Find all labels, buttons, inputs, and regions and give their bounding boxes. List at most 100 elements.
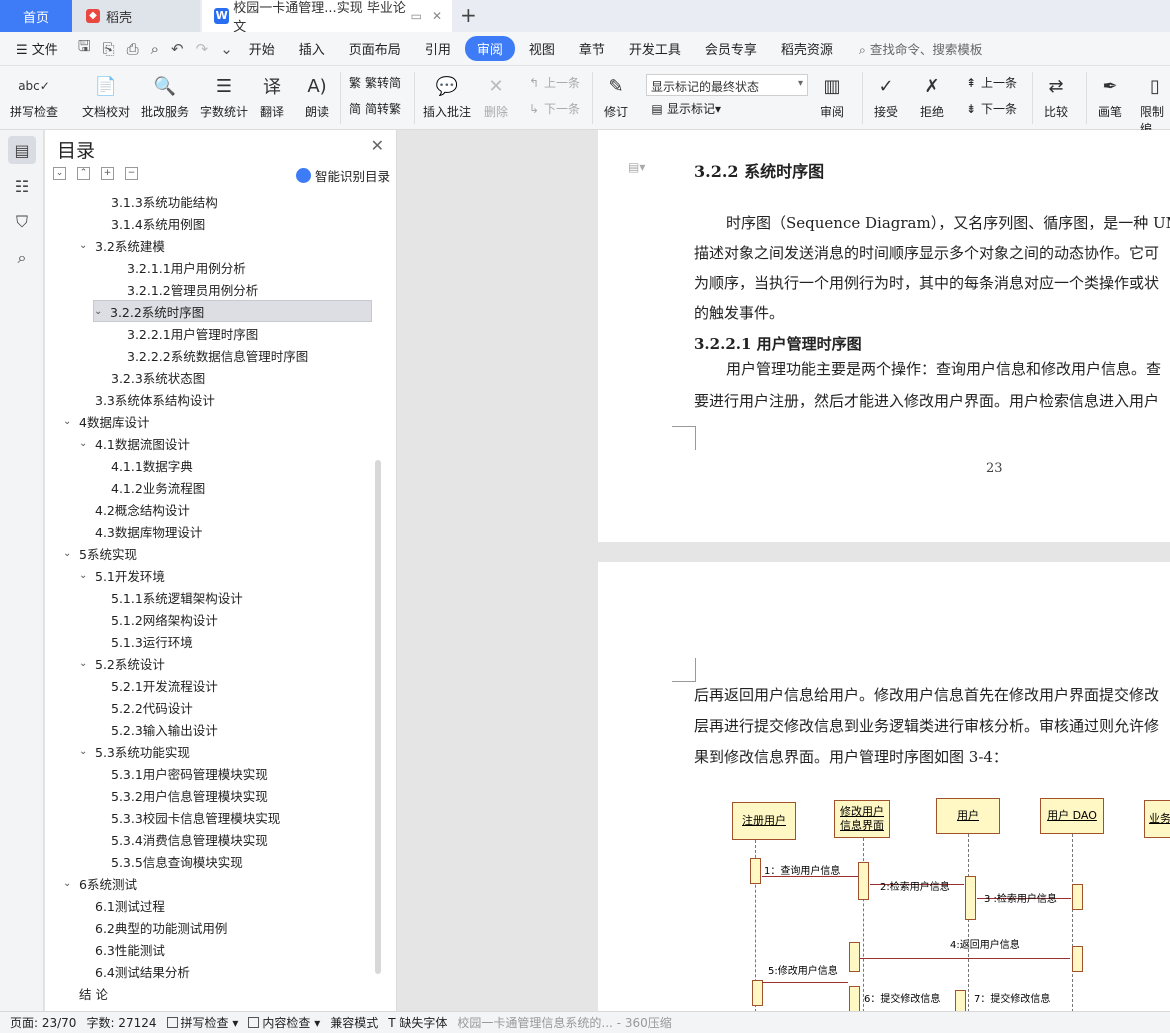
tab-home[interactable]: 首页: [0, 0, 72, 32]
menu-layout[interactable]: 页面布局: [339, 36, 411, 61]
toc-scrollbar[interactable]: [375, 460, 381, 974]
menu-file[interactable]: ☰ 文件: [6, 36, 68, 61]
read-aloud-button[interactable]: A) 朗读: [303, 72, 331, 120]
spell-check-button[interactable]: abc✓ 拼写检查: [10, 72, 58, 120]
new-tab-icon[interactable]: +: [460, 3, 477, 27]
chevron-down-icon[interactable]: ⌄: [79, 240, 91, 251]
menu-review[interactable]: 审阅: [464, 36, 515, 61]
toc-item[interactable]: ⌄ 3.2.2系统时序图: [93, 300, 372, 322]
chevron-down-icon[interactable]: ⌄: [94, 306, 106, 317]
toc-item[interactable]: 5.3.3校园卡信息管理模块实现: [95, 806, 280, 828]
expand-up-icon[interactable]: ⌃: [77, 167, 90, 180]
undo-icon[interactable]: ↶: [171, 40, 184, 58]
toc-item[interactable]: 3.2.2.1用户管理时序图: [111, 322, 258, 344]
toc-item[interactable]: ⌄ 3.2系统建模: [79, 234, 165, 256]
toc-item[interactable]: 5.3.5信息查询模块实现: [95, 850, 243, 872]
find-icon[interactable]: ⌕: [8, 244, 36, 272]
search-commands[interactable]: ⌕ 查找命令、搜索模板: [859, 39, 983, 58]
prev-comment-button[interactable]: ↰ 上一条: [527, 74, 580, 91]
bookmark-icon[interactable]: ⛉: [8, 208, 36, 236]
spell-check-toggle[interactable]: 拼写检查 ▾: [166, 1014, 238, 1031]
menu-member[interactable]: 会员专享: [695, 36, 767, 61]
smart-toc-button[interactable]: 智能识别目录: [295, 166, 390, 185]
toc-item[interactable]: 3.2.1.2管理员用例分析: [111, 278, 258, 300]
word-count-button[interactable]: ☰ 字数统计: [200, 72, 248, 120]
next-change-button[interactable]: ⇟ 下一条: [964, 100, 1017, 117]
toc-item[interactable]: 3.1.3系统功能结构: [95, 190, 218, 212]
toc-item[interactable]: ⌄ 5.3系统功能实现: [79, 740, 190, 762]
chevron-down-icon[interactable]: ⌄: [79, 746, 91, 757]
menu-references[interactable]: 引用: [415, 36, 461, 61]
chevron-down-icon[interactable]: ⌄: [63, 878, 75, 889]
screen-icon[interactable]: ▭: [411, 9, 422, 23]
compare-button[interactable]: ⇄ 比较: [1042, 72, 1070, 120]
track-changes-button[interactable]: ✎ 修订: [602, 72, 630, 120]
toc-item[interactable]: 4.1.2业务流程图: [95, 476, 205, 498]
menu-developer[interactable]: 开发工具: [619, 36, 691, 61]
toc-item[interactable]: 4.2概念结构设计: [79, 498, 190, 520]
toc-panel-icon[interactable]: ▤: [8, 136, 36, 164]
toc-item[interactable]: 3.1.4系统用例图: [95, 212, 205, 234]
chevron-down-icon[interactable]: ⌄: [63, 548, 75, 559]
chevron-down-icon[interactable]: ⌄: [79, 658, 91, 669]
export-icon[interactable]: ⎘: [103, 40, 115, 58]
menu-section[interactable]: 章节: [569, 36, 615, 61]
toc-item[interactable]: ⌄ 4数据库设计: [63, 410, 149, 432]
to-simplified-button[interactable]: 简简转繁: [348, 100, 401, 117]
chapter-nav-icon[interactable]: ☷: [8, 172, 36, 200]
tab-document[interactable]: W 校园一卡通管理...实现 毕业论文 ▭ ✕: [202, 0, 452, 35]
toc-item[interactable]: 5.3.2用户信息管理模块实现: [95, 784, 268, 806]
toc-item[interactable]: 结 论: [63, 982, 108, 1004]
toc-item[interactable]: 5.2.3输入输出设计: [95, 718, 218, 740]
reject-button[interactable]: ✗ 拒绝: [918, 72, 946, 120]
translate-button[interactable]: 译翻译: [258, 72, 286, 120]
compat-mode-indicator[interactable]: 兼容模式: [330, 1014, 378, 1031]
toc-item[interactable]: 5.2.1开发流程设计: [95, 674, 218, 696]
toc-item[interactable]: 4.3数据库物理设计: [79, 520, 202, 542]
insert-comment-button[interactable]: 💬 插入批注: [423, 72, 471, 120]
minus-icon[interactable]: −: [125, 167, 138, 180]
to-traditional-button[interactable]: 繁繁转简: [348, 74, 401, 91]
delete-comment-button[interactable]: ✕ 删除: [482, 72, 510, 120]
toc-item[interactable]: 5.3.1用户密码管理模块实现: [95, 762, 268, 784]
toc-item[interactable]: 3.2.2.2系统数据信息管理时序图: [111, 344, 308, 366]
next-comment-button[interactable]: ↳ 下一条: [527, 100, 580, 117]
toc-item[interactable]: ⌄ 5系统实现: [63, 542, 137, 564]
toc-item[interactable]: 6.1测试过程: [79, 894, 165, 916]
chevron-down-icon[interactable]: ⌄: [63, 416, 75, 427]
content-check-toggle[interactable]: 内容检查 ▾: [248, 1014, 320, 1031]
toc-item[interactable]: 6.2典型的功能测试用例: [79, 916, 227, 938]
menu-view[interactable]: 视图: [519, 36, 565, 61]
close-tab-icon[interactable]: ✕: [432, 9, 442, 23]
proofread-button[interactable]: 📄 文档校对: [82, 72, 130, 120]
menu-start[interactable]: 开始: [239, 36, 285, 61]
preview-icon[interactable]: ⌕: [151, 40, 159, 58]
word-count-indicator[interactable]: 字数: 27124: [86, 1014, 156, 1031]
toc-item[interactable]: ⌄ 5.2系统设计: [79, 652, 165, 674]
close-icon[interactable]: ✕: [371, 136, 384, 155]
toc-item[interactable]: 4.1.1数据字典: [95, 454, 193, 476]
missing-font-indicator[interactable]: T 缺失字体: [388, 1014, 447, 1031]
collapse-all-icon[interactable]: ⌄: [53, 167, 66, 180]
toc-item[interactable]: 5.1.2网络架构设计: [95, 608, 218, 630]
prev-change-button[interactable]: ⇞ 上一条: [964, 74, 1017, 91]
chevron-down-icon[interactable]: ⌄: [79, 438, 91, 449]
tab-daoke[interactable]: ◆ 稻壳: [72, 0, 200, 32]
redo-icon[interactable]: ↷: [196, 40, 209, 58]
toc-item[interactable]: 5.3.4消费信息管理模块实现: [95, 828, 268, 850]
page-indicator[interactable]: 页面: 23/70: [10, 1014, 76, 1031]
print-icon[interactable]: ⎙: [127, 40, 139, 58]
toc-item[interactable]: ⌄ 5.1开发环境: [79, 564, 165, 586]
toc-item[interactable]: 6.4测试结果分析: [79, 960, 190, 982]
restrict-edit-button[interactable]: ▯ 限制编: [1140, 72, 1170, 137]
toc-item[interactable]: 3.3系统体系结构设计: [79, 388, 215, 410]
menu-insert[interactable]: 插入: [289, 36, 335, 61]
chevron-down-icon[interactable]: ⌄: [79, 570, 91, 581]
menu-daoke-resources[interactable]: 稻壳资源: [771, 36, 843, 61]
toc-item[interactable]: 6.3性能测试: [79, 938, 165, 960]
show-markup-button[interactable]: ▤ 显示标记 ▾: [650, 100, 721, 117]
pen-button[interactable]: ✒ 画笔: [1096, 72, 1124, 120]
toc-item[interactable]: 5.1.1系统逻辑架构设计: [95, 586, 243, 608]
page-menu-icon[interactable]: ▤▾: [628, 160, 645, 174]
review-pane-button[interactable]: ▥ 审阅: [818, 72, 846, 120]
